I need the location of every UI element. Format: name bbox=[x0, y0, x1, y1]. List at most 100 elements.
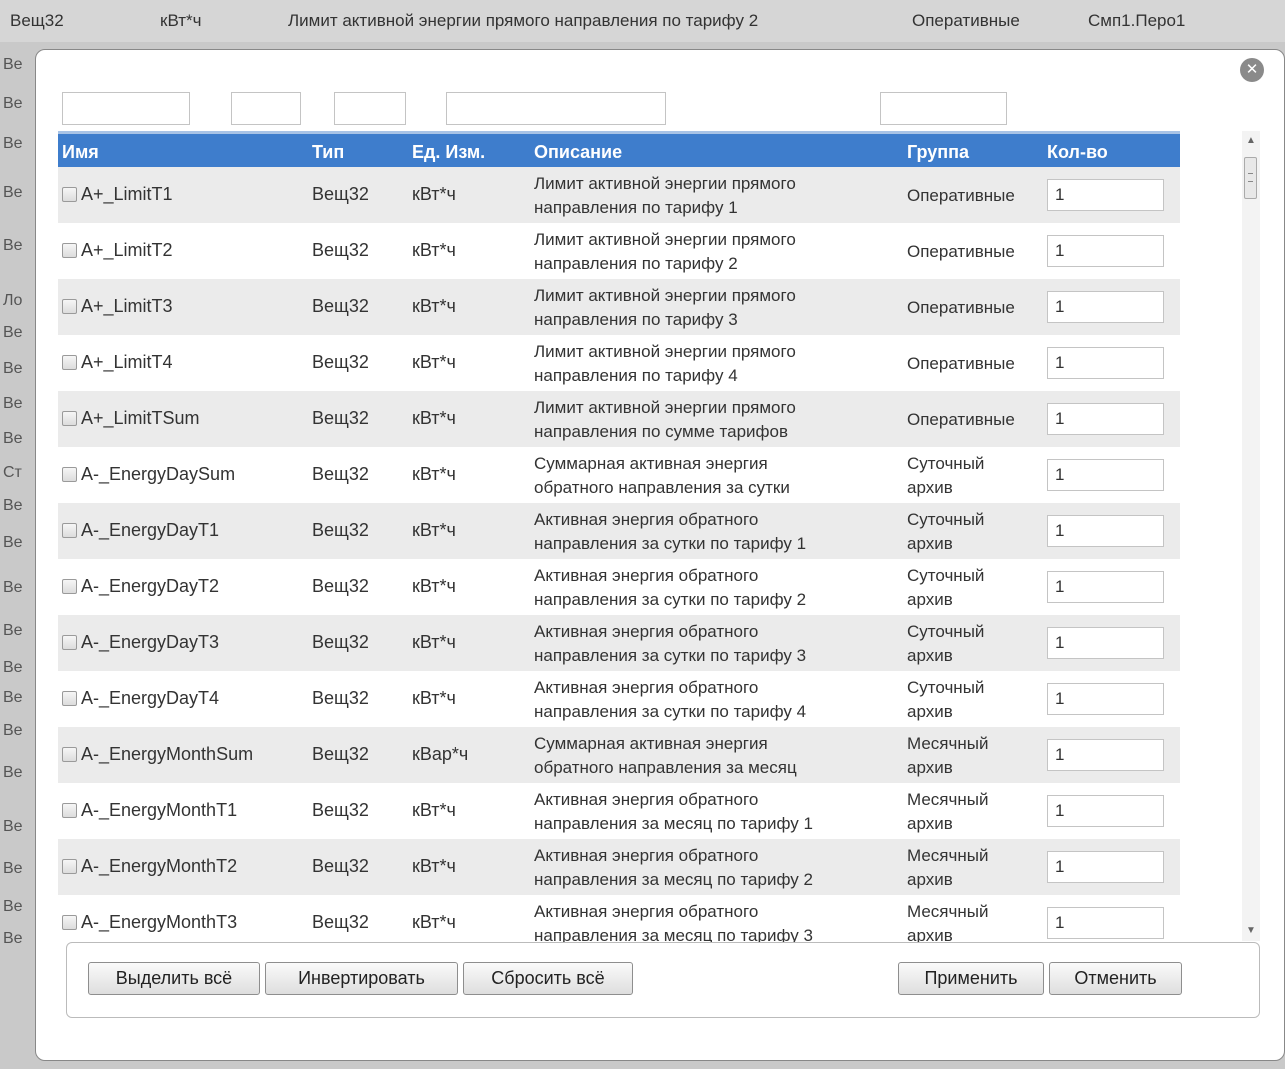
qty-input[interactable]: 1 bbox=[1047, 402, 1164, 435]
table-row[interactable]: A-_EnergyMonthT2 Вещ32 кВт*ч Активная энерг… bbox=[58, 838, 1180, 895]
row-checkbox[interactable] bbox=[62, 187, 77, 202]
table-row[interactable]: A-_EnergyMonthSum Вещ32 кВар*ч Суммарная ак… bbox=[58, 726, 1180, 783]
table-row[interactable]: A+_LimitTSum Вещ32 кВт*ч Лимит активной эне… bbox=[58, 390, 1180, 447]
invert-button[interactable]: Инвертировать bbox=[265, 962, 458, 995]
row-checkbox[interactable] bbox=[62, 915, 77, 930]
group-line-1: Суточный bbox=[907, 677, 985, 697]
qty-input[interactable]: 1 bbox=[1047, 346, 1164, 379]
qty-cell: 1 bbox=[1043, 446, 1180, 503]
bg-header-path: Смп1.Перо1 bbox=[1088, 11, 1186, 30]
param-description: Лимит активной энергии прямого направлени… bbox=[530, 222, 903, 279]
row-checkbox[interactable] bbox=[62, 859, 77, 874]
param-group: Суточный архив bbox=[903, 614, 1043, 671]
filter-name-input[interactable] bbox=[62, 92, 190, 125]
column-header-group[interactable]: Группа bbox=[903, 131, 1043, 167]
param-group: Месячный архив bbox=[903, 726, 1043, 783]
param-unit: кВт*ч bbox=[408, 838, 530, 895]
description-line-1: Активная энергия обратного bbox=[534, 789, 759, 809]
group-line-1: Месячный bbox=[907, 733, 989, 753]
param-type: Вещ32 bbox=[308, 894, 408, 942]
apply-button[interactable]: Применить bbox=[898, 962, 1044, 995]
description-line-1: Лимит активной энергии прямого bbox=[534, 341, 796, 361]
param-unit: кВт*ч bbox=[408, 614, 530, 671]
param-description: Лимит активной энергии прямого направлени… bbox=[530, 166, 903, 223]
table-row[interactable]: A-_EnergyMonthT3 Вещ32 кВт*ч Активная энерг… bbox=[58, 894, 1180, 942]
column-header-qty[interactable]: Кол-во bbox=[1043, 131, 1180, 167]
qty-input[interactable]: 1 bbox=[1047, 738, 1164, 771]
row-checkbox[interactable] bbox=[62, 411, 77, 426]
name-cell: A+_LimitT3 bbox=[58, 278, 308, 335]
filter-description-input[interactable] bbox=[446, 92, 666, 125]
filter-type-input[interactable] bbox=[231, 92, 301, 125]
description-line-2: направления за месяц по тарифу 1 bbox=[534, 813, 813, 833]
bg-header-description: Лимит активной энергии прямого направлен… bbox=[288, 11, 759, 30]
param-description: Лимит активной энергии прямого направлени… bbox=[530, 390, 903, 447]
table-row[interactable]: A+_LimitT2 Вещ32 кВт*ч Лимит активной энерг… bbox=[58, 222, 1180, 279]
row-checkbox[interactable] bbox=[62, 747, 77, 762]
row-checkbox[interactable] bbox=[62, 691, 77, 706]
scrollbar-thumb[interactable] bbox=[1244, 157, 1257, 199]
row-checkbox[interactable] bbox=[62, 579, 77, 594]
qty-input[interactable]: 1 bbox=[1047, 626, 1164, 659]
table-row[interactable]: A-_EnergyDayT2 Вещ32 кВт*ч Активная энергия… bbox=[58, 558, 1180, 615]
table-row[interactable]: A+_LimitT1 Вещ32 кВт*ч Лимит активной энерг… bbox=[58, 166, 1180, 223]
param-name: A+_LimitTSum bbox=[81, 408, 200, 428]
description-line-2: направления за сутки по тарифу 4 bbox=[534, 701, 807, 721]
param-name: A-_EnergyDayT4 bbox=[81, 688, 220, 708]
table-row[interactable]: A+_LimitT4 Вещ32 кВт*ч Лимит активной энерг… bbox=[58, 334, 1180, 391]
close-icon[interactable]: ✕ bbox=[1240, 58, 1264, 82]
qty-input[interactable]: 1 bbox=[1047, 514, 1164, 547]
param-unit: кВт*ч bbox=[408, 446, 530, 503]
table-row[interactable]: A-_EnergyDayT3 Вещ32 кВт*ч Активная энергия… bbox=[58, 614, 1180, 671]
reset-all-button[interactable]: Сбросить всё bbox=[463, 962, 633, 995]
qty-input[interactable]: 1 bbox=[1047, 682, 1164, 715]
table-row[interactable]: A-_EnergyMonthT1 Вещ32 кВт*ч Активная энерг… bbox=[58, 782, 1180, 839]
param-name: A+_LimitT3 bbox=[81, 296, 173, 316]
row-checkbox[interactable] bbox=[62, 467, 77, 482]
filter-group-input[interactable] bbox=[880, 92, 1007, 125]
qty-input[interactable]: 1 bbox=[1047, 570, 1164, 603]
param-type: Вещ32 bbox=[308, 446, 408, 503]
param-description: Лимит активной энергии прямого направлени… bbox=[530, 334, 903, 391]
group-line-2: архив bbox=[907, 533, 953, 553]
param-name: A+_LimitT1 bbox=[81, 184, 173, 204]
row-checkbox[interactable] bbox=[62, 803, 77, 818]
param-description: Активная энергия обратного направления за… bbox=[530, 558, 903, 615]
column-header-description[interactable]: Описание bbox=[530, 131, 903, 167]
param-unit: кВт*ч bbox=[408, 334, 530, 391]
column-header-unit[interactable]: Ед. Изм. bbox=[408, 131, 530, 167]
description-line-1: Активная энергия обратного bbox=[534, 677, 759, 697]
param-group: Оперативные bbox=[903, 278, 1043, 335]
param-unit: кВар*ч bbox=[408, 726, 530, 783]
qty-input[interactable]: 1 bbox=[1047, 458, 1164, 491]
qty-input[interactable]: 1 bbox=[1047, 290, 1164, 323]
table-row[interactable]: A-_EnergyDaySum Вещ32 кВт*ч Суммарная актив… bbox=[58, 446, 1180, 503]
column-header-name[interactable]: Имя bbox=[58, 131, 308, 167]
scroll-up-icon[interactable]: ▲ bbox=[1246, 135, 1256, 146]
qty-input[interactable]: 1 bbox=[1047, 794, 1164, 827]
select-all-button[interactable]: Выделить всё bbox=[88, 962, 260, 995]
table-row[interactable]: A-_EnergyDayT4 Вещ32 кВт*ч Активная энергия… bbox=[58, 670, 1180, 727]
param-group: Оперативные bbox=[903, 390, 1043, 447]
scroll-down-icon[interactable]: ▼ bbox=[1246, 925, 1256, 936]
param-name: A-_EnergyMonthT2 bbox=[81, 856, 238, 876]
table-row[interactable]: A-_EnergyDayT1 Вещ32 кВт*ч Активная энергия… bbox=[58, 502, 1180, 559]
row-checkbox[interactable] bbox=[62, 243, 77, 258]
row-checkbox[interactable] bbox=[62, 635, 77, 650]
table-row[interactable]: A+_LimitT3 Вещ32 кВт*ч Лимит активной энерг… bbox=[58, 278, 1180, 335]
group-line-1: Месячный bbox=[907, 789, 989, 809]
description-line-2: направления за сутки по тарифу 3 bbox=[534, 645, 807, 665]
qty-input[interactable]: 1 bbox=[1047, 906, 1164, 939]
filter-unit-input[interactable] bbox=[334, 92, 406, 125]
column-header-type[interactable]: Тип bbox=[308, 131, 408, 167]
row-checkbox[interactable] bbox=[62, 299, 77, 314]
grid-scrollbar[interactable]: ▲ ▼ bbox=[1242, 131, 1260, 941]
param-type: Вещ32 bbox=[308, 838, 408, 895]
description-line-2: направления по тарифу 4 bbox=[534, 365, 738, 385]
qty-input[interactable]: 1 bbox=[1047, 178, 1164, 211]
cancel-button[interactable]: Отменить bbox=[1049, 962, 1182, 995]
qty-input[interactable]: 1 bbox=[1047, 234, 1164, 267]
row-checkbox[interactable] bbox=[62, 355, 77, 370]
qty-input[interactable]: 1 bbox=[1047, 850, 1164, 883]
row-checkbox[interactable] bbox=[62, 523, 77, 538]
